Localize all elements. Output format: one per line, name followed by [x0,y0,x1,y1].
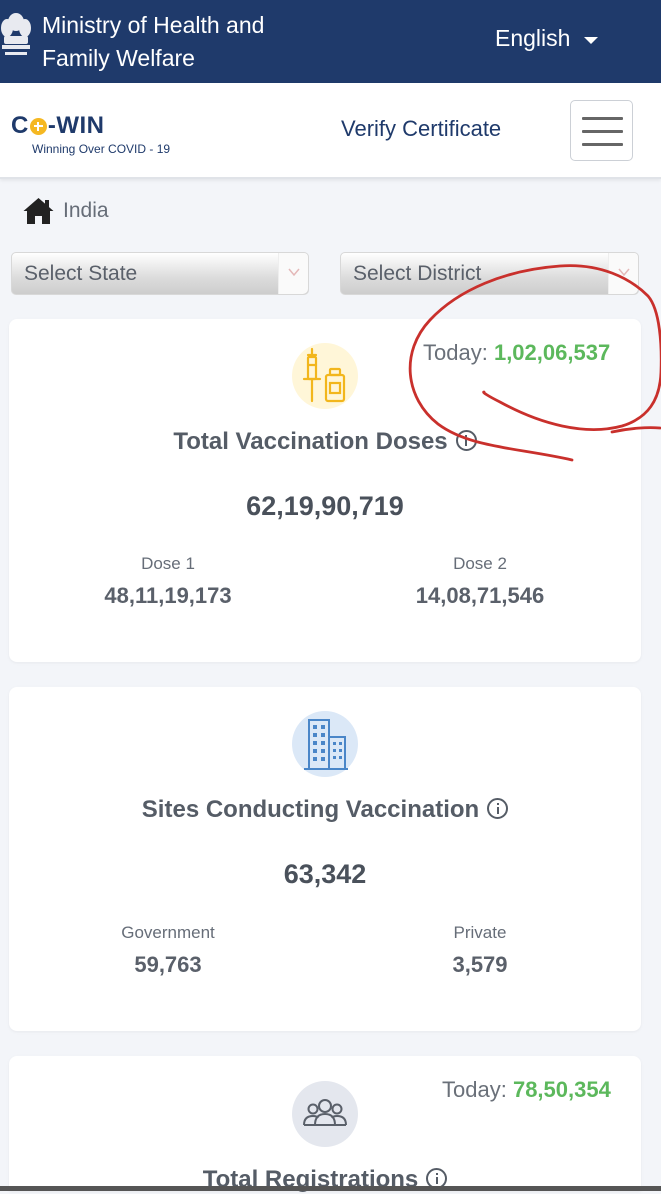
breadcrumb-india[interactable]: India [63,199,109,223]
today-registrations-value: 78,50,354 [512,1077,611,1102]
dose2-value: 14,08,71,546 [415,583,545,608]
logo-plus-icon [29,117,47,135]
building-icon [304,719,348,770]
total-doses-value: 62,19,90,719 [246,491,404,521]
logo-tagline: Winning Over COVID - 19 [32,142,171,156]
menu-line [582,117,623,120]
hamburger-menu-button[interactable] [570,100,633,161]
breadcrumb: India [22,196,109,226]
vaccine-icon-circle [292,343,358,409]
private-label: Private [453,923,507,942]
info-icon[interactable] [487,798,509,820]
dose2-label: Dose 2 [453,554,507,573]
today-doses-value: 1,02,06,537 [493,340,611,365]
total-sites-value: 63,342 [283,859,367,889]
government-label: Government [121,923,215,942]
emblem-icon [1,13,31,55]
state-select[interactable]: Select State [11,252,309,295]
dose1-label: Dose 1 [141,554,195,573]
private-value: 3,579 [452,952,508,977]
menu-line [582,143,623,146]
vaccination-doses-card: Today: 1,02,06,537 Total Vaccination Dos… [9,319,641,662]
info-icon[interactable] [455,430,477,452]
people-group-icon [303,1099,347,1126]
today-doses: Today: 1,02,06,537 [423,340,611,365]
home-icon[interactable] [22,196,55,226]
ministry-header: Ministry of Health and Family Welfare En… [0,0,661,83]
language-selector[interactable]: English [495,25,599,52]
today-registrations: Today: 78,50,354 [442,1077,611,1102]
language-label: English [495,25,571,51]
card-title: Sites Conducting Vaccination [9,796,641,824]
cowin-nav: C -WIN Winning Over COVID - 19 Verify Ce… [0,83,661,179]
chevron-down-icon [278,253,308,294]
ministry-title: Ministry of Health and Family Welfare [42,12,265,71]
menu-line [582,130,623,133]
registrations-card: Today: 78,50,354 Total Registrations [9,1056,641,1193]
district-select[interactable]: Select District [340,252,639,295]
building-icon-circle [292,711,358,777]
vaccination-sites-card: Sites Conducting Vaccination 63,342 Gove… [9,687,641,1031]
government-value: 59,763 [134,952,202,977]
caret-down-icon [584,36,599,44]
cowin-logo[interactable]: C -WIN Winning Over COVID - 19 [11,112,170,156]
verify-certificate-link[interactable]: Verify Certificate [341,116,501,142]
chevron-down-icon [608,253,638,294]
dose1-value: 48,11,19,173 [104,583,232,608]
bottom-edge [0,1186,661,1191]
vaccine-syringe-icon [302,347,346,403]
people-icon-circle [292,1081,358,1147]
card-title: Total Vaccination Doses [9,428,641,456]
